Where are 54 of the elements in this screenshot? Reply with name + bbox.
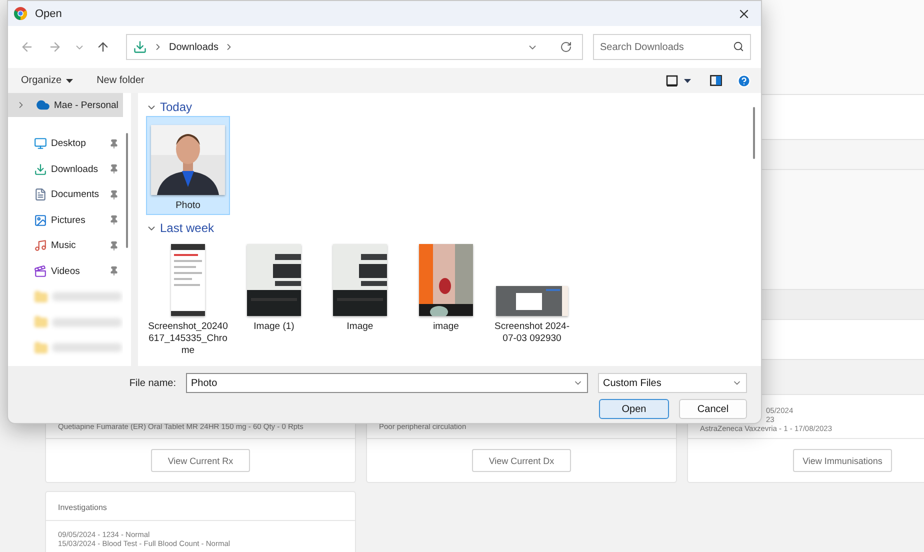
breadcrumb-item[interactable]: Downloads xyxy=(169,42,218,52)
card-title: Investigations xyxy=(46,492,355,521)
redacted-label xyxy=(52,318,122,327)
refresh-icon xyxy=(560,41,572,53)
folder-icon xyxy=(34,315,48,330)
file-type-dropdown[interactable]: Custom Files xyxy=(598,373,747,393)
scrollbar-thumb[interactable] xyxy=(753,107,755,159)
sidebar-item[interactable]: Desktop xyxy=(8,131,123,156)
file-tile[interactable]: Image xyxy=(318,237,402,360)
search-icon xyxy=(733,41,744,52)
file-name-field[interactable]: Photo xyxy=(186,373,588,393)
sidebar-item[interactable]: Pictures xyxy=(8,208,123,233)
address-bar[interactable]: Downloads xyxy=(126,34,583,60)
sidebar-item[interactable]: Music xyxy=(8,233,123,258)
help-icon xyxy=(737,74,751,88)
desktop-icon xyxy=(34,137,47,150)
toolbar-button[interactable]: Organize xyxy=(21,75,73,86)
dialog-button[interactable]: Cancel xyxy=(679,399,747,419)
sidebar-item[interactable]: Mae - Personal xyxy=(8,93,123,117)
file-tile[interactable]: Image (1) xyxy=(232,237,316,360)
video-icon xyxy=(34,264,47,278)
redacted-label xyxy=(52,292,122,302)
field-label: File name: xyxy=(129,378,176,388)
download-icon xyxy=(133,40,147,54)
file-tile[interactable]: Screenshot 2024-07-03 092930 xyxy=(490,237,574,360)
scrollbar-thumb[interactable] xyxy=(126,133,128,248)
redacted-label xyxy=(52,343,122,352)
music-icon xyxy=(34,239,47,252)
sidebar-item[interactable]: Downloads xyxy=(8,156,123,182)
up-arrow-icon xyxy=(96,40,110,54)
group-header[interactable]: Today xyxy=(146,100,739,114)
forward-arrow-icon xyxy=(48,40,62,54)
search-field[interactable]: Search Downloads xyxy=(593,34,751,60)
view-icon xyxy=(666,74,694,86)
toolbar-button[interactable]: New folder xyxy=(96,75,144,86)
download-icon xyxy=(34,162,47,176)
document-icon xyxy=(34,188,47,202)
preview-pane-icon xyxy=(710,75,722,86)
view-button[interactable]: View Current Dx xyxy=(472,449,571,472)
file-tile[interactable]: Photo xyxy=(146,116,230,215)
sidebar-item[interactable]: Videos xyxy=(8,258,123,284)
file-tile[interactable]: image xyxy=(404,237,488,360)
browser-logo-icon xyxy=(14,7,27,20)
view-button[interactable]: View Immunisations xyxy=(793,449,892,472)
folder-icon xyxy=(34,290,48,304)
folder-icon xyxy=(34,340,48,355)
group-header[interactable]: Last week xyxy=(146,221,739,235)
cloud-icon xyxy=(36,98,50,112)
window-title: Open xyxy=(35,8,63,20)
view-button[interactable]: View Current Rx xyxy=(151,449,250,472)
sidebar-item[interactable]: Documents xyxy=(8,182,123,208)
dialog-button[interactable]: Open xyxy=(599,399,669,419)
picture-icon xyxy=(34,214,47,227)
file-tile[interactable]: Screenshot_20240617_145335_Chrome xyxy=(146,237,230,360)
